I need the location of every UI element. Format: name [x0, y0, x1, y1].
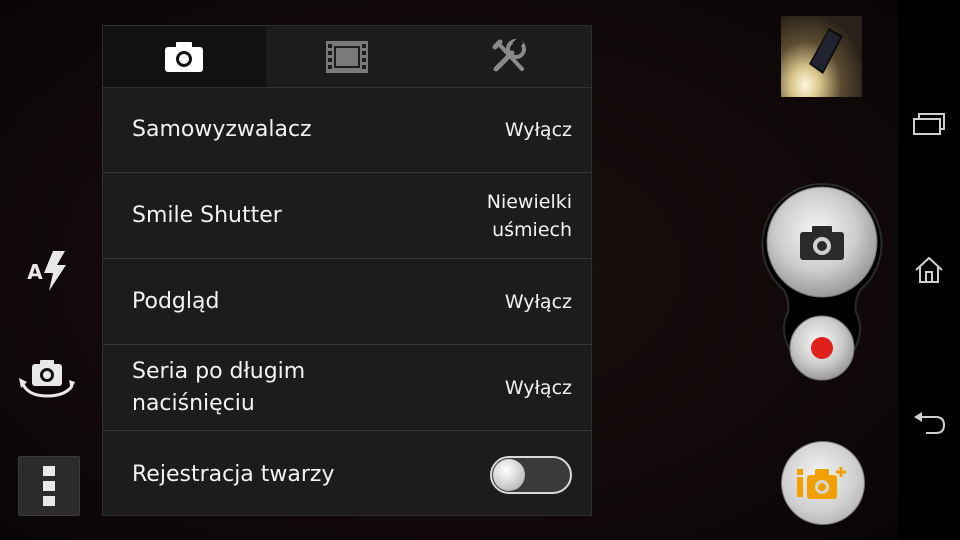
- shutter-button[interactable]: [766, 186, 878, 298]
- setting-face-registration[interactable]: Rejestracja twarzy: [103, 432, 591, 517]
- info-eye-icon: [797, 467, 846, 499]
- setting-self-timer[interactable]: Samowyzwalacz Wyłącz: [103, 88, 591, 173]
- setting-value-line: uśmiech: [492, 219, 572, 241]
- film-strip-icon: [326, 40, 368, 73]
- gallery-thumbnail[interactable]: [781, 16, 862, 97]
- setting-smile-shutter[interactable]: Smile Shutter Niewielki uśmiech: [103, 174, 591, 259]
- switch-camera-icon: [19, 360, 75, 398]
- flash-auto-icon: A: [27, 251, 66, 291]
- home-icon: [915, 256, 943, 283]
- more-options-button[interactable]: [18, 456, 80, 516]
- setting-value-line: Niewielki: [486, 191, 572, 213]
- setting-label: Smile Shutter: [132, 203, 282, 228]
- back-icon: [914, 412, 946, 434]
- info-eye-button[interactable]: [781, 441, 865, 525]
- setting-value: Wyłącz: [504, 291, 572, 313]
- thumbnail-image: [809, 28, 843, 74]
- back-button[interactable]: [898, 404, 960, 444]
- menu-icon: [43, 466, 55, 506]
- setting-label: Podgląd: [132, 289, 220, 314]
- switch-camera-button[interactable]: [16, 356, 78, 404]
- setting-value: Niewielki uśmiech: [487, 188, 572, 244]
- setting-burst[interactable]: Seria po długim naciśnięciu Wyłącz: [103, 346, 591, 431]
- flash-auto-button[interactable]: A: [22, 248, 72, 294]
- setting-label: Seria po długim naciśnięciu: [132, 359, 306, 416]
- capture-controls: [760, 182, 884, 388]
- settings-tabs: [103, 26, 591, 88]
- home-button[interactable]: [898, 250, 960, 290]
- record-button[interactable]: [789, 315, 855, 381]
- camera-icon: [165, 41, 204, 72]
- tab-camera[interactable]: [103, 26, 266, 87]
- setting-value: Wyłącz: [504, 377, 572, 399]
- tab-tools[interactable]: [428, 26, 591, 87]
- setting-label: Rejestracja twarzy: [132, 461, 335, 487]
- toggle-knob[interactable]: [493, 458, 525, 491]
- tools-icon: [492, 38, 526, 71]
- setting-label: Samowyzwalacz: [132, 117, 312, 142]
- recent-apps-icon: [913, 113, 945, 135]
- settings-panel: Samowyzwalacz Wyłącz Smile Shutter Niewi…: [102, 25, 592, 516]
- setting-preview[interactable]: Podgląd Wyłącz: [103, 260, 591, 345]
- recent-apps-button[interactable]: [898, 104, 960, 144]
- system-nav-bar: [898, 0, 960, 540]
- face-registration-toggle[interactable]: [490, 455, 572, 494]
- setting-value: Wyłącz: [504, 119, 572, 141]
- record-icon: [811, 337, 833, 359]
- tab-video[interactable]: [266, 26, 429, 87]
